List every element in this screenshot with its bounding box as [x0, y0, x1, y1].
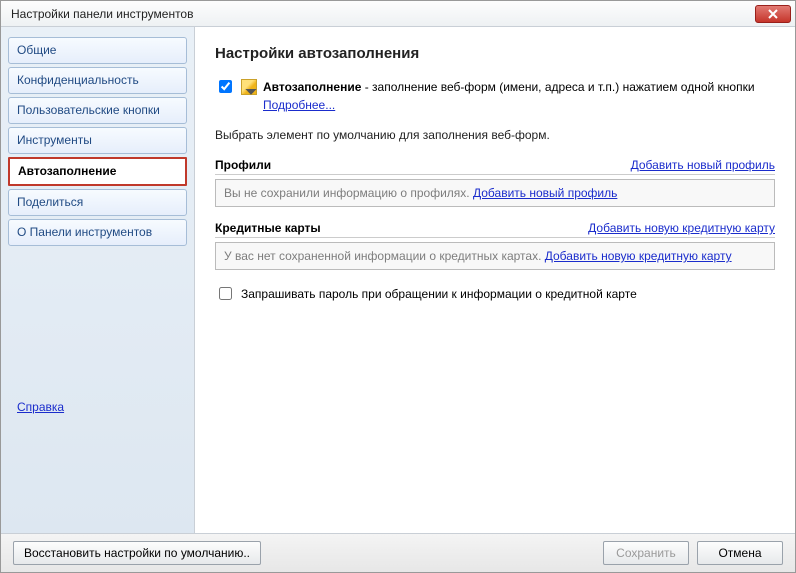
sidebar-item-general[interactable]: Общие — [8, 37, 187, 64]
profiles-title: Профили — [215, 158, 271, 172]
autofill-learn-more-link[interactable]: Подробнее... — [263, 98, 335, 112]
profiles-empty-box: Вы не сохранили информацию о профилях. Д… — [215, 179, 775, 207]
sidebar-item-autofill[interactable]: Автозаполнение — [8, 157, 187, 186]
sidebar-item-privacy[interactable]: Конфиденциальность — [8, 67, 187, 94]
footer: Восстановить настройки по умолчанию.. Со… — [1, 533, 795, 572]
cards-header: Кредитные карты Добавить новую кредитную… — [215, 221, 775, 238]
cc-password-label: Запрашивать пароль при обращении к инфор… — [241, 287, 637, 301]
page-title: Настройки автозаполнения — [215, 45, 775, 62]
autofill-feature-row: Автозаполнение - заполнение веб-форм (им… — [215, 78, 775, 114]
sidebar-item-tools[interactable]: Инструменты — [8, 127, 187, 154]
close-button[interactable] — [755, 5, 791, 23]
close-icon — [768, 9, 778, 19]
cards-empty-box: У вас нет сохраненной информации о креди… — [215, 242, 775, 270]
add-card-link[interactable]: Добавить новую кредитную карту — [588, 221, 775, 235]
save-button[interactable]: Сохранить — [603, 541, 689, 565]
sidebar-item-about[interactable]: О Панели инструментов — [8, 219, 187, 246]
autofill-feature-desc: - заполнение веб-форм (имени, адреса и т… — [361, 80, 754, 94]
titlebar: Настройки панели инструментов — [1, 1, 795, 27]
autofill-feature-text: Автозаполнение - заполнение веб-форм (им… — [263, 78, 775, 114]
restore-defaults-button[interactable]: Восстановить настройки по умолчанию.. — [13, 541, 261, 565]
profiles-empty-text: Вы не сохранили информацию о профилях. — [224, 186, 473, 200]
cards-empty-add-link[interactable]: Добавить новую кредитную карту — [545, 249, 732, 263]
sidebar-item-custom-buttons[interactable]: Пользовательские кнопки — [8, 97, 187, 124]
add-profile-link[interactable]: Добавить новый профиль — [631, 158, 775, 172]
cancel-button[interactable]: Отмена — [697, 541, 783, 565]
cc-password-row: Запрашивать пароль при обращении к инфор… — [215, 284, 775, 303]
window-title: Настройки панели инструментов — [11, 7, 755, 21]
cards-title: Кредитные карты — [215, 221, 321, 235]
default-element-desc: Выбрать элемент по умолчанию для заполне… — [215, 128, 775, 142]
cc-password-checkbox[interactable] — [219, 287, 232, 300]
sidebar: Общие Конфиденциальность Пользовательски… — [1, 27, 194, 534]
profiles-header: Профили Добавить новый профиль — [215, 158, 775, 175]
profiles-empty-add-link[interactable]: Добавить новый профиль — [473, 186, 617, 200]
content-panel: Настройки автозаполнения Автозаполнение … — [194, 27, 795, 534]
autofill-checkbox[interactable] — [219, 80, 232, 93]
pencil-icon — [241, 79, 257, 95]
sidebar-item-share[interactable]: Поделиться — [8, 189, 187, 216]
cards-empty-text: У вас нет сохраненной информации о креди… — [224, 249, 545, 263]
help-link[interactable]: Справка — [17, 400, 64, 414]
autofill-feature-name: Автозаполнение — [263, 80, 361, 94]
